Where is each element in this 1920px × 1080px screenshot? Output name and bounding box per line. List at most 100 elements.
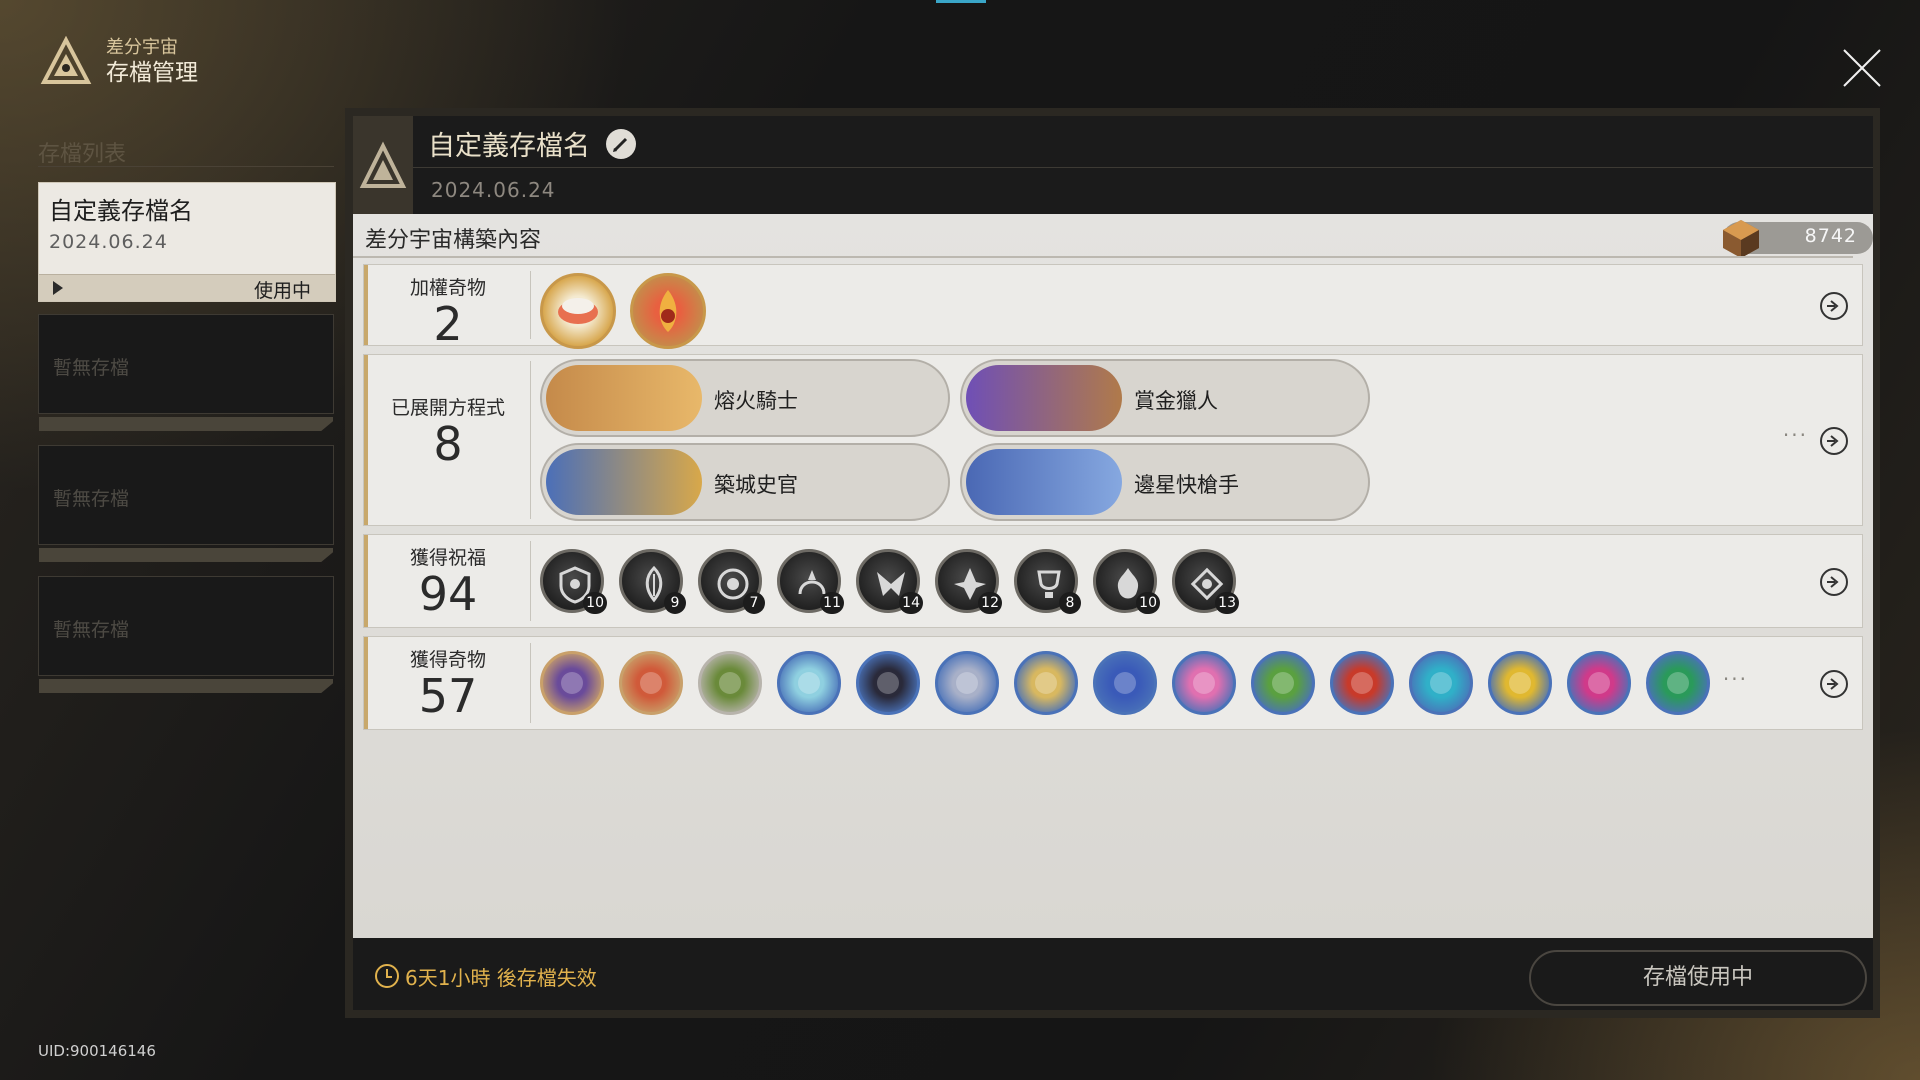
save-name: 自定義存檔名 bbox=[428, 131, 590, 162]
save-date: 2024.06.24 bbox=[431, 178, 556, 202]
blessing-count-badge: 10 bbox=[1136, 592, 1160, 614]
curio-red-gem-icon[interactable] bbox=[1330, 651, 1394, 715]
equations-count: 8 bbox=[433, 417, 463, 471]
equation-name: 賞金獵人 bbox=[1134, 389, 1218, 413]
page-title: 存檔管理 bbox=[106, 60, 198, 86]
the-hunt-icon[interactable]: 14 bbox=[856, 549, 923, 614]
blessing-count-badge: 14 bbox=[899, 592, 923, 614]
propagation-icon[interactable]: 10 bbox=[1093, 549, 1160, 614]
equation-item[interactable]: 築城史官 bbox=[540, 443, 950, 521]
blessings-row: 獲得祝福 94 10 9 7 11 14 12 8 10 13 bbox=[363, 534, 1863, 628]
equation-portrait bbox=[546, 449, 702, 515]
equation-item[interactable]: 熔火騎士 bbox=[540, 359, 950, 437]
blessing-count-badge: 7 bbox=[743, 592, 765, 614]
save-detail-panel: 自定義存檔名 2024.06.24 差分宇宙構築內容 8742 加權奇物 2 已… bbox=[345, 108, 1880, 1018]
clock-icon bbox=[375, 964, 399, 988]
user-uid: UID:900146146 bbox=[38, 1042, 156, 1060]
curio-rope-icon[interactable] bbox=[619, 651, 683, 715]
curio-fish-icon[interactable] bbox=[540, 273, 616, 349]
save-list-title: 存檔列表 bbox=[38, 142, 127, 167]
curios-count: 57 bbox=[418, 669, 478, 723]
blessings-arrow-icon[interactable] bbox=[1820, 568, 1848, 596]
elation-icon[interactable]: 8 bbox=[1014, 549, 1081, 614]
curio-glyph bbox=[1035, 672, 1057, 694]
divider bbox=[530, 643, 531, 723]
curio-green-gem-icon[interactable] bbox=[1251, 651, 1315, 715]
curio-tube-icon[interactable] bbox=[935, 651, 999, 715]
curio-cloak-icon[interactable] bbox=[540, 651, 604, 715]
curio-glyph bbox=[640, 672, 662, 694]
save-in-use-button[interactable]: 存檔使用中 bbox=[1529, 950, 1867, 1006]
equation-item[interactable]: 邊星快槍手 bbox=[960, 443, 1370, 521]
row-label: 加權奇物 2 bbox=[368, 273, 528, 348]
blessing-count-badge: 13 bbox=[1215, 592, 1239, 614]
weighted-curios-list bbox=[540, 273, 706, 349]
edit-pencil-icon[interactable] bbox=[606, 129, 636, 159]
abundance-icon[interactable]: 11 bbox=[777, 549, 844, 614]
blessing-count-badge: 10 bbox=[583, 592, 607, 614]
curio-glyph bbox=[1667, 672, 1689, 694]
equations-label: 已展開方程式 bbox=[390, 397, 505, 419]
blessings-list: 10 9 7 11 14 12 8 10 13 bbox=[540, 549, 1239, 614]
blessing-count-badge: 8 bbox=[1059, 592, 1081, 614]
save-slot-empty[interactable]: 暫無存檔 bbox=[38, 314, 334, 431]
curio-stone-icon[interactable] bbox=[698, 651, 762, 715]
expire-notice: 6天1小時 後存檔失效 bbox=[405, 966, 597, 990]
curio-glyph bbox=[719, 672, 741, 694]
weighted-curios-arrow-icon[interactable] bbox=[1820, 292, 1848, 320]
destruction-icon[interactable]: 12 bbox=[935, 549, 1002, 614]
panel-footer: 6天1小時 後存檔失效 存檔使用中 bbox=[353, 938, 1873, 1010]
close-icon[interactable] bbox=[1840, 46, 1884, 90]
weighted-curios-label: 加權奇物 bbox=[409, 277, 486, 299]
curio-emerald-gem-icon[interactable] bbox=[1646, 651, 1710, 715]
more-ellipsis-icon: ··· bbox=[1782, 423, 1808, 447]
nihility-icon[interactable]: 7 bbox=[698, 549, 765, 614]
equations-arrow-icon[interactable] bbox=[1820, 427, 1848, 455]
curio-magenta-gem-icon[interactable] bbox=[1567, 651, 1631, 715]
curio-glyph bbox=[1588, 672, 1610, 694]
curio-glyph bbox=[1351, 672, 1373, 694]
save-detail-header: 自定義存檔名 2024.06.24 bbox=[353, 116, 1873, 214]
curio-pink-gem-icon[interactable] bbox=[1172, 651, 1236, 715]
equation-portrait bbox=[966, 365, 1122, 431]
brand-subtitle: 差分宇宙 bbox=[106, 37, 178, 58]
equation-portrait bbox=[966, 449, 1122, 515]
slot-footer bbox=[39, 679, 333, 693]
blessing-count-badge: 11 bbox=[820, 592, 844, 614]
curio-coins-icon[interactable] bbox=[1014, 651, 1078, 715]
row-label: 獲得祝福 94 bbox=[368, 543, 528, 618]
row-label: 獲得奇物 57 bbox=[368, 645, 528, 720]
remembrance-icon[interactable]: 9 bbox=[619, 549, 686, 614]
preservation-icon[interactable]: 10 bbox=[540, 549, 607, 614]
build-content: 差分宇宙構築內容 8742 加權奇物 2 已展開方程式 8 熔火騎士 賞金獵人 … bbox=[353, 214, 1873, 938]
blessing-count-badge: 12 bbox=[978, 592, 1002, 614]
curio-orb-icon[interactable] bbox=[777, 651, 841, 715]
equation-item[interactable]: 賞金獵人 bbox=[960, 359, 1370, 437]
curio-glyph bbox=[561, 672, 583, 694]
save-slot-empty[interactable]: 暫無存檔 bbox=[38, 576, 334, 693]
save-slot-date: 2024.06.24 bbox=[49, 231, 168, 253]
divider bbox=[38, 166, 334, 167]
divider bbox=[353, 256, 1853, 258]
curios-label: 獲得奇物 bbox=[409, 649, 486, 671]
curio-blue-gem-icon[interactable] bbox=[1093, 651, 1157, 715]
score-badge: 8742 bbox=[1723, 220, 1873, 258]
save-slot-name: 自定義存檔名 bbox=[49, 197, 193, 225]
blessing-count-badge: 9 bbox=[664, 592, 686, 614]
save-slot-active[interactable]: 自定義存檔名 2024.06.24 使用中 bbox=[38, 182, 336, 302]
curio-cyan-gem-icon[interactable] bbox=[1409, 651, 1473, 715]
curios-row: 獲得奇物 57 ··· bbox=[363, 636, 1863, 730]
equation-name: 邊星快槍手 bbox=[1134, 473, 1239, 497]
erudition-icon[interactable]: 13 bbox=[1172, 549, 1239, 614]
equation-portrait bbox=[546, 365, 702, 431]
brand: 差分宇宙 存檔管理 bbox=[40, 36, 198, 88]
curio-flame-icon[interactable] bbox=[630, 273, 706, 349]
save-slot-empty[interactable]: 暫無存檔 bbox=[38, 445, 334, 562]
score-value: 8742 bbox=[1804, 225, 1857, 247]
curio-gold-gem-icon[interactable] bbox=[1488, 651, 1552, 715]
top-indicator bbox=[936, 0, 986, 3]
curio-triangle-icon[interactable] bbox=[856, 651, 920, 715]
curios-arrow-icon[interactable] bbox=[1820, 670, 1848, 698]
empty-slot-label: 暫無存檔 bbox=[53, 488, 130, 510]
curio-glyph bbox=[798, 672, 820, 694]
